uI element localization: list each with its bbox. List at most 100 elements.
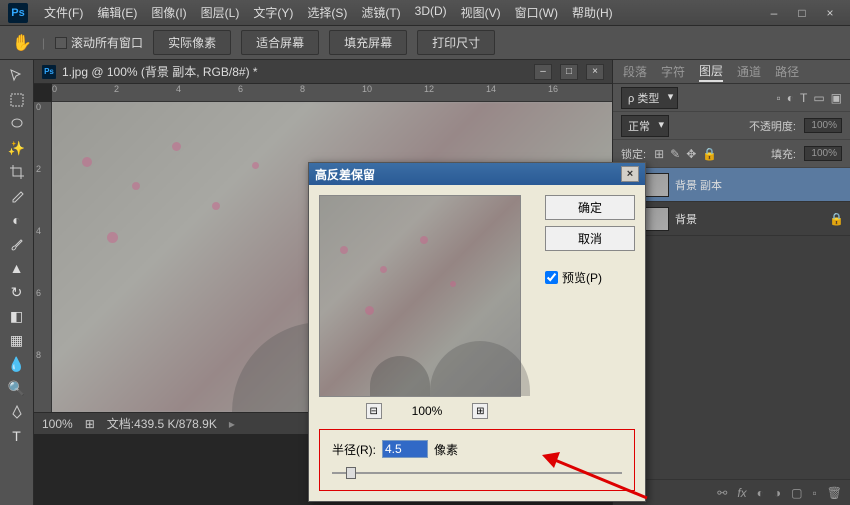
layer-name: 背景 [675,211,697,227]
menu-item[interactable]: 选择(S) [301,2,353,23]
high-pass-dialog: 高反差保留 × ⊟ 100% ⊞ 确定 取消 预 [308,162,646,502]
crop-tool[interactable] [3,161,31,183]
doc-close[interactable]: × [586,64,604,80]
menu-item[interactable]: 文件(F) [38,2,89,23]
folder-icon[interactable]: ▢ [791,486,802,500]
scroll-all-label: 滚动所有窗口 [71,34,143,51]
layer-list: 👁背景 副本👁背景🔒 [613,168,850,479]
fill-screen-button[interactable]: 填充屏幕 [329,30,407,55]
print-size-button[interactable]: 打印尺寸 [417,30,495,55]
menu-item[interactable]: 视图(V) [455,2,507,23]
menu-item[interactable]: 图像(I) [145,2,192,23]
lock-all-icon[interactable]: 🔒 [702,147,717,161]
ok-button[interactable]: 确定 [545,195,635,220]
preview-label: 预览(P) [562,269,602,286]
menu-item[interactable]: 3D(D) [409,2,453,23]
lock-paint-icon[interactable]: ✎ [670,147,680,161]
marquee-tool[interactable] [3,89,31,111]
panel-tab[interactable]: 路径 [775,63,799,80]
link-layers-icon[interactable]: ⚯ [717,486,727,500]
fx-icon[interactable]: fx [737,486,746,500]
history-brush-tool[interactable]: ↻ [3,281,31,303]
menubar: 文件(F)编辑(E)图像(I)图层(L)文字(Y)选择(S)滤镜(T)3D(D)… [38,2,766,23]
layer-item[interactable]: 👁背景 副本 [613,168,850,202]
doc-size: 文档:439.5 K/878.9K [107,415,217,432]
radius-input[interactable] [382,440,428,458]
move-tool[interactable] [3,65,31,87]
stamp-tool[interactable]: ▲ [3,257,31,279]
panel-tab[interactable]: 通道 [737,63,761,80]
panel-tab[interactable]: 字符 [661,63,685,80]
toolbox: ✨ ◐ ▲ ↻ ◧ ▦ 💧 🔍 T [0,60,34,505]
eyedropper-tool[interactable] [3,185,31,207]
close-button[interactable]: × [822,6,838,20]
menu-item[interactable]: 编辑(E) [91,2,143,23]
blend-mode-dropdown[interactable]: 正常 [621,115,669,137]
opacity-label: 不透明度: [749,118,796,134]
new-layer-icon[interactable]: ▫ [813,486,817,500]
dodge-tool[interactable]: 🔍 [3,377,31,399]
filter-preview[interactable] [319,195,521,397]
maximize-button[interactable]: □ [794,6,810,20]
lock-icon: 🔒 [829,212,844,226]
brush-tool[interactable] [3,233,31,255]
zoom-level[interactable]: 100% [42,417,73,431]
panel-tab[interactable]: 段落 [623,63,647,80]
zoom-out-button[interactable]: ⊟ [366,403,382,419]
panel-tab[interactable]: 图层 [699,62,723,82]
scroll-all-checkbox[interactable]: 滚动所有窗口 [55,34,143,51]
lasso-tool[interactable] [3,113,31,135]
adjustment-icon[interactable]: ◑ [774,486,781,500]
menu-item[interactable]: 帮助(H) [566,2,619,23]
fit-screen-button[interactable]: 适合屏幕 [241,30,319,55]
ruler-vertical: 02468 [34,102,52,412]
radius-slider[interactable] [332,466,622,480]
filter-image-icon[interactable]: ▫ [776,91,780,105]
ruler-horizontal: 0246810121416 [52,84,612,102]
menu-item[interactable]: 窗口(W) [509,2,564,23]
hand-tool-icon: ✋ [12,33,32,53]
lock-position-icon[interactable]: ✥ [686,147,696,161]
preview-checkbox[interactable]: 预览(P) [545,269,635,286]
layer-item[interactable]: 👁背景🔒 [613,202,850,236]
filter-smart-icon[interactable]: ▣ [831,91,842,105]
doc-minimize[interactable]: – [534,64,552,80]
filter-adjust-icon[interactable]: ◐ [787,91,794,105]
status-icon: ⊞ [85,417,95,431]
lock-label: 锁定: [621,146,646,162]
preview-zoom: 100% [412,404,443,418]
app-logo: Ps [8,3,28,23]
panel-tabs: 段落字符图层通道路径 [613,60,850,84]
blur-tool[interactable]: 💧 [3,353,31,375]
doc-maximize[interactable]: □ [560,64,578,80]
filter-shape-icon[interactable]: ▭ [813,91,824,105]
menu-item[interactable]: 滤镜(T) [355,2,406,23]
minimize-button[interactable]: – [766,6,782,20]
layer-name: 背景 副本 [675,177,722,193]
menu-item[interactable]: 图层(L) [195,2,246,23]
document-title: 1.jpg @ 100% (背景 副本, RGB/8#) * [62,63,258,80]
layer-kind-dropdown[interactable]: ρ 类型 [621,87,678,109]
fill-label: 填充: [771,146,796,162]
radius-unit: 像素 [434,441,458,458]
heal-tool[interactable]: ◐ [3,209,31,231]
lock-transparent-icon[interactable]: ⊞ [654,147,664,161]
mask-icon[interactable]: ◐ [757,486,764,500]
pen-tool[interactable] [3,401,31,423]
doc-icon: Ps [42,65,56,79]
gradient-tool[interactable]: ▦ [3,329,31,351]
radius-label: 半径(R): [332,441,376,458]
actual-pixels-button[interactable]: 实际像素 [153,30,231,55]
fill-value[interactable]: 100% [804,146,842,161]
trash-icon[interactable]: 🗑 [827,486,842,500]
wand-tool[interactable]: ✨ [3,137,31,159]
dialog-close-button[interactable]: × [621,166,639,182]
type-tool[interactable]: T [3,425,31,447]
cancel-button[interactable]: 取消 [545,226,635,251]
filter-type-icon[interactable]: T [800,91,807,105]
eraser-tool[interactable]: ◧ [3,305,31,327]
menu-item[interactable]: 文字(Y) [247,2,299,23]
dialog-title: 高反差保留 [315,166,375,183]
zoom-in-button[interactable]: ⊞ [472,403,488,419]
opacity-value[interactable]: 100% [804,118,842,133]
